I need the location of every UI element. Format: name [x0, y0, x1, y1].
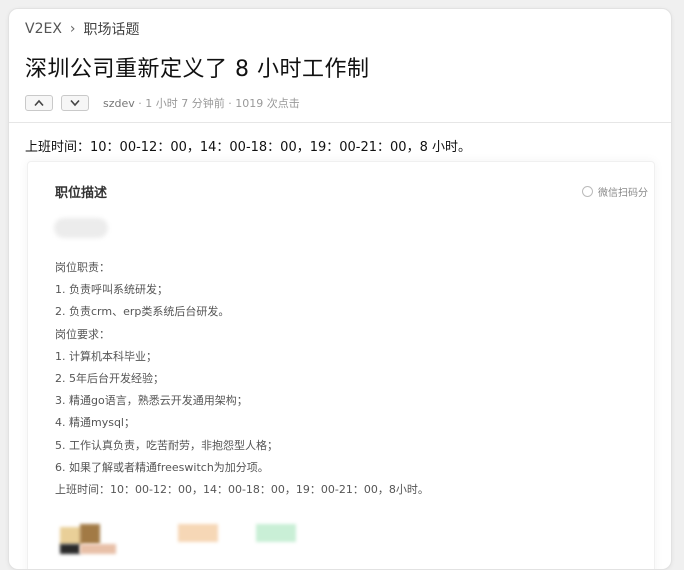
list-item: 5. 工作认真负责，吃苦耐劳，非抱怨型人格；: [55, 438, 278, 452]
work-hours-text: 上班时间：10：00-12：00，14：00-18：00，19：00-21：00…: [25, 140, 471, 155]
topic-card: V2EX › 职场话题 深圳公司重新定义了 8 小时工作制 szdev · 1 …: [8, 8, 672, 570]
list-item: 2. 5年后台开发经验；: [55, 371, 164, 385]
embedded-job-screenshot: 职位描述 微信扫码分 岗位职责： 1. 负责呼叫系统研发； 2. 负责crm、e…: [27, 161, 655, 569]
circle-icon: [582, 186, 593, 197]
blurred-image-fragment: [80, 544, 116, 554]
wechat-scan-share[interactable]: 微信扫码分: [582, 184, 648, 199]
topic-meta-row: szdev · 1 小时 7 分钟前 · 1019 次点击: [25, 95, 300, 111]
blurred-image-fragment: [178, 524, 218, 542]
blurred-image-fragment: [60, 544, 80, 554]
topic-time-and-clicks: · 1 小时 7 分钟前 · 1019 次点击: [134, 97, 300, 110]
list-item: 1. 计算机本科毕业；: [55, 349, 157, 363]
blurred-image-fragment: [256, 524, 296, 542]
list-item: 上班时间：10：00-12：00，14：00-18：00，19：00-21：00…: [55, 482, 429, 496]
list-item: 1. 负责呼叫系统研发；: [55, 283, 168, 297]
blurred-tag: [54, 218, 108, 238]
list-item: 6. 如果了解或者精通freeswitch为加分项。: [55, 460, 269, 474]
blurred-image-fragment: [60, 527, 82, 545]
list-item: 2. 负责crm、erp类系统后台研发。: [55, 305, 230, 319]
breadcrumb-separator: ›: [69, 21, 76, 37]
list-item: 4. 精通mysql；: [55, 416, 135, 430]
list-item: 岗位职责：: [55, 261, 110, 274]
site-logo-link[interactable]: V2EX: [25, 21, 62, 37]
list-item: 3. 精通go语言，熟悉云开发通用架构；: [55, 394, 248, 408]
list-item: 岗位要求：: [55, 327, 110, 341]
topic-meta: szdev · 1 小时 7 分钟前 · 1019 次点击: [103, 95, 300, 111]
job-description-heading: 职位描述: [55, 186, 108, 201]
topic-title: 深圳公司重新定义了 8 小时工作制: [25, 57, 370, 82]
downvote-button[interactable]: [61, 95, 89, 111]
author-link[interactable]: szdev: [103, 97, 135, 110]
blurred-image-fragment: [80, 524, 100, 544]
job-requirements-list: 岗位职责： 1. 负责呼叫系统研发； 2. 负责crm、erp类系统后台研发。 …: [55, 257, 429, 501]
chevron-down-icon: [70, 99, 80, 107]
chevron-up-icon: [34, 99, 44, 107]
breadcrumb: V2EX › 职场话题: [25, 19, 140, 39]
header-divider: [9, 122, 671, 123]
wechat-scan-label: 微信扫码分: [598, 188, 648, 199]
upvote-button[interactable]: [25, 95, 53, 111]
node-link[interactable]: 职场话题: [84, 19, 140, 39]
